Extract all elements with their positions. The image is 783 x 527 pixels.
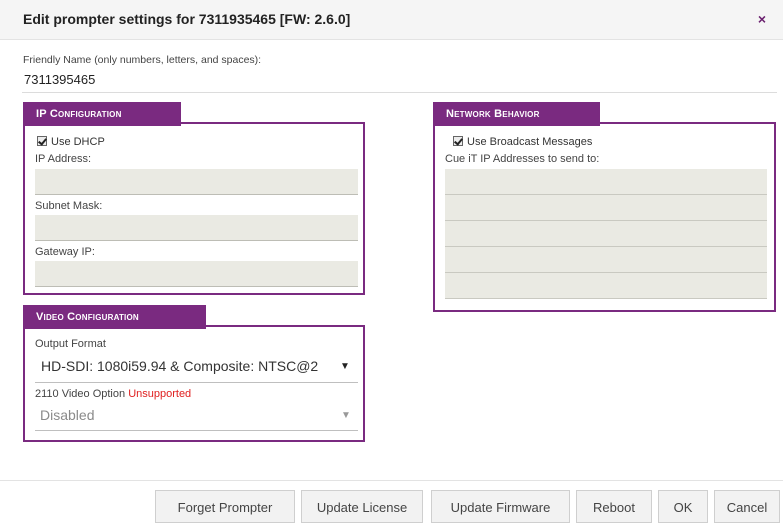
dialog-header: Edit prompter settings for 7311935465 [F…	[0, 0, 783, 40]
cancel-button[interactable]: Cancel	[714, 490, 780, 523]
forget-prompter-button[interactable]: Forget Prompter	[155, 490, 295, 523]
cue-it-address-row[interactable]	[445, 273, 767, 299]
checkbox-checked-icon[interactable]	[37, 136, 47, 146]
cue-it-addresses-label: Cue iT IP Addresses to send to:	[445, 153, 600, 165]
video-option-select: Disabled ▼	[35, 404, 358, 431]
ip-configuration-tab: IP Configuration	[23, 102, 181, 126]
update-firmware-button[interactable]: Update Firmware	[431, 490, 570, 523]
subnet-mask-field[interactable]	[35, 215, 358, 241]
unsupported-status-text: Unsupported	[128, 388, 192, 400]
cue-it-address-row[interactable]	[445, 169, 767, 195]
ip-address-field[interactable]	[35, 169, 358, 195]
output-format-label: Output Format	[35, 338, 106, 350]
close-icon[interactable]: ×	[754, 11, 770, 27]
checkbox-checked-icon[interactable]	[453, 136, 463, 146]
prompter-settings-dialog: Edit prompter settings for 7311935465 [F…	[0, 0, 783, 527]
dialog-title: Edit prompter settings for 7311935465 [F…	[23, 11, 351, 27]
use-broadcast-checkbox[interactable]: Use Broadcast Messages	[453, 136, 592, 148]
cue-it-address-row[interactable]	[445, 247, 767, 273]
ok-button[interactable]: OK	[658, 490, 708, 523]
video-configuration-tab: Video Configuration	[23, 305, 206, 329]
video-option-underline	[35, 430, 358, 431]
reboot-button[interactable]: Reboot	[576, 490, 652, 523]
dropdown-arrow-icon: ▼	[341, 410, 351, 421]
output-format-underline	[35, 382, 358, 383]
gateway-ip-field[interactable]	[35, 261, 358, 287]
ip-address-label: IP Address:	[35, 153, 92, 165]
video-option-value: Disabled	[40, 407, 95, 423]
friendly-name-input[interactable]: 7311395465	[24, 72, 95, 87]
friendly-name-underline	[22, 92, 777, 93]
friendly-name-label: Friendly Name (only numbers, letters, an…	[23, 54, 262, 66]
footer-divider	[0, 480, 783, 481]
use-broadcast-label: Use Broadcast Messages	[467, 136, 593, 148]
network-behavior-tab: Network Behavior	[433, 102, 600, 126]
gateway-ip-label: Gateway IP:	[35, 246, 95, 258]
subnet-mask-label: Subnet Mask:	[35, 200, 103, 212]
use-dhcp-label: Use DHCP	[51, 136, 105, 148]
update-license-button[interactable]: Update License	[301, 490, 423, 523]
dropdown-arrow-icon[interactable]: ▼	[340, 361, 350, 372]
output-format-value: HD-SDI: 1080i59.94 & Composite: NTSC@2	[41, 358, 319, 374]
use-dhcp-checkbox[interactable]: Use DHCP	[37, 136, 105, 148]
cue-it-address-row[interactable]	[445, 221, 767, 247]
video-configuration-tab-label: Video Configuration	[36, 311, 139, 323]
cue-it-address-row[interactable]	[445, 195, 767, 221]
video-option-label: 2110 Video Option Unsupported	[35, 388, 191, 400]
output-format-select[interactable]: HD-SDI: 1080i59.94 & Composite: NTSC@2 ▼	[35, 355, 358, 383]
ip-configuration-tab-label: Configuration	[49, 108, 122, 120]
ip-configuration-tab-prefix: IP	[36, 108, 50, 120]
network-behavior-tab-label: Network Behavior	[446, 108, 540, 120]
video-option-label-text: 2110 Video Option	[35, 388, 126, 400]
